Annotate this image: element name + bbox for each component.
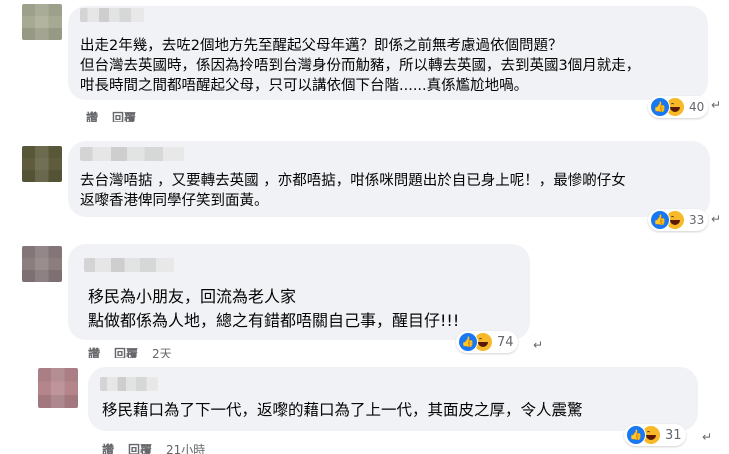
reply-return-icon: ↵	[533, 338, 544, 352]
commenter-name[interactable]	[80, 147, 184, 161]
like-reaction-icon: 👍	[626, 425, 646, 445]
comment-line: 移民藉口為了下一代，返嚟的藉口為了上一代，其面皮之厚，令人震驚	[102, 401, 583, 419]
like-reaction-icon: 👍	[650, 97, 670, 117]
reaction-count: 74	[497, 334, 514, 350]
avatar[interactable]	[22, 146, 62, 182]
reactions-summary[interactable]: 👍 33	[648, 209, 709, 231]
reaction-count: 33	[689, 213, 705, 227]
timestamp[interactable]: 2天	[152, 346, 172, 358]
reactions-summary[interactable]: 👍 40	[648, 96, 709, 118]
comment-line: 但台灣去英國時，係因為拎唔到台灣身份而觔豬，所以轉去英國，去到英國3個月就走，	[80, 58, 641, 74]
commenter-name[interactable]	[80, 8, 144, 22]
reply-action[interactable]: 回覆	[112, 110, 136, 122]
comment-bubble: 出走2年幾，去咗2個地方先至醒起父母年邁？即係之前無考慮過依個問題？ 但台灣去英…	[68, 6, 708, 100]
comment-actions: 讚 回覆 2天	[88, 346, 172, 358]
avatar[interactable]	[38, 368, 78, 408]
commenter-name[interactable]	[84, 258, 174, 272]
avatar[interactable]	[22, 246, 62, 282]
comment-line: 點做都係為人地，總之有錯都唔關自己事，醒目仔!!!	[88, 311, 460, 330]
comment-line: 去台灣唔掂 ，又要轉去英國 ，亦都唔掂，咁係咪問題出於自已身上呢！，最慘啲仔女	[80, 173, 626, 189]
commenter-name[interactable]	[100, 377, 158, 391]
like-action[interactable]: 讚	[88, 346, 100, 358]
reply-action[interactable]: 回覆	[114, 346, 138, 358]
comment-line: 出走2年幾，去咗2個地方先至醒起父母年邁？即係之前無考慮過依個問題？	[80, 38, 563, 54]
comment-bubble: 移民藉口為了下一代，返嚟的藉口為了上一代，其面皮之厚，令人震驚	[88, 367, 698, 431]
reactions-summary[interactable]: 👍 74	[456, 331, 518, 353]
comment-bubble: 移民為小朋友，回流為老人家 點做都係為人地，總之有錯都唔關自己事，醒目仔!!!	[68, 244, 530, 340]
reply-return-icon: ↵	[711, 212, 722, 226]
comment-actions: 讚 回覆 21小時	[102, 442, 205, 454]
like-reaction-icon: 👍	[458, 332, 478, 352]
reply-return-icon: ↵	[702, 430, 713, 444]
reactions-summary[interactable]: 👍 31	[624, 424, 686, 446]
like-action[interactable]: 讚	[102, 442, 114, 454]
reply-action[interactable]: 回覆	[128, 442, 152, 454]
reaction-count: 31	[665, 427, 682, 443]
like-action[interactable]: 讚	[86, 110, 98, 122]
reply-return-icon: ↵	[711, 98, 722, 112]
reaction-count: 40	[689, 100, 705, 114]
comment-actions: 讚 回覆	[86, 110, 136, 122]
comment-line: 移民為小朋友，回流為老人家	[88, 287, 297, 306]
comment-line: 咁長時間之間都唔醒起父母，只可以講依個下台階......真係尷尬地喎。	[80, 78, 529, 94]
comment-line: 返嚟香港俾同學仔笑到面黃。	[80, 193, 269, 209]
like-reaction-icon: 👍	[650, 210, 670, 230]
timestamp[interactable]: 21小時	[166, 442, 205, 454]
avatar[interactable]	[22, 4, 62, 40]
comment-bubble: 去台灣唔掂 ，又要轉去英國 ，亦都唔掂，咁係咪問題出於自已身上呢！，最慘啲仔女 …	[68, 141, 710, 217]
